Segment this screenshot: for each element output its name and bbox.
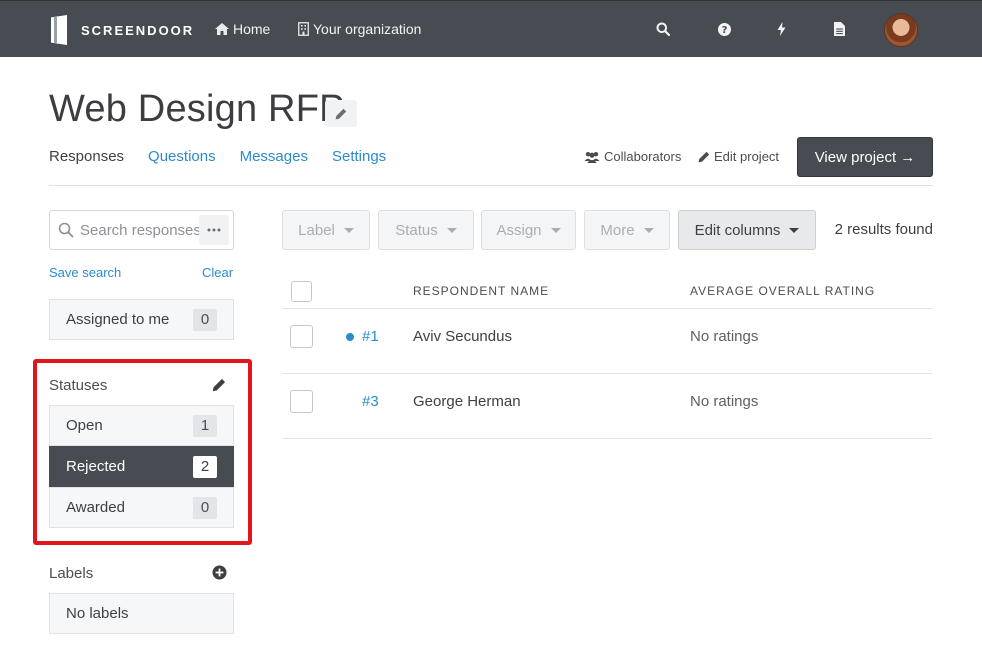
pencil-icon xyxy=(698,151,710,162)
brand[interactable]: SCREENDOOR xyxy=(51,14,194,46)
respondent-name: George Herman xyxy=(413,393,521,410)
edit-project-link[interactable]: Edit project xyxy=(698,149,779,164)
results-count: 2 results found xyxy=(834,221,933,238)
edit-columns-text: Edit columns xyxy=(694,221,781,239)
nav-activity-button[interactable] xyxy=(771,19,791,39)
rating-value: No ratings xyxy=(690,328,759,345)
edit-statuses-button[interactable] xyxy=(211,377,227,393)
more-button-text: More xyxy=(600,221,635,239)
status-awarded-filter[interactable]: Awarded 0 xyxy=(49,487,234,528)
select-all-checkbox[interactable] xyxy=(291,281,312,302)
status-open-filter[interactable]: Open 1 xyxy=(49,405,234,446)
save-search-link[interactable]: Save search xyxy=(49,265,121,280)
no-labels-box: No labels xyxy=(49,593,234,634)
row-checkbox[interactable] xyxy=(290,390,313,413)
status-label: Awarded xyxy=(66,499,125,516)
view-project-button[interactable]: View project → xyxy=(797,137,933,177)
search-icon xyxy=(58,222,74,238)
nav-home-link[interactable]: Home xyxy=(215,19,270,39)
home-icon xyxy=(215,23,229,35)
label-dropdown-button[interactable]: Label xyxy=(282,210,370,250)
brand-name: SCREENDOOR xyxy=(81,22,195,38)
clear-search-link[interactable]: Clear xyxy=(202,265,233,280)
page-title: Web Design RFP xyxy=(49,88,345,130)
response-id-link[interactable]: #1 xyxy=(362,328,379,345)
status-count: 1 xyxy=(193,414,217,437)
status-label: Rejected xyxy=(66,458,126,475)
table-header-divider xyxy=(282,308,932,309)
status-count: 2 xyxy=(193,455,217,478)
nav-organization-link[interactable]: Your organization xyxy=(298,19,421,39)
caret-down-icon xyxy=(446,227,457,233)
statuses-heading: Statuses xyxy=(49,377,108,394)
search-input[interactable] xyxy=(80,221,200,239)
pencil-icon xyxy=(212,378,226,392)
unread-indicator xyxy=(346,333,354,341)
response-id-link[interactable]: #3 xyxy=(362,393,379,410)
label-button-text: Label xyxy=(298,221,335,239)
document-icon xyxy=(833,22,845,36)
no-labels-text: No labels xyxy=(66,605,129,622)
nav-documents-button[interactable] xyxy=(829,19,849,39)
respondent-name: Aviv Secundus xyxy=(413,328,512,345)
help-icon: ? xyxy=(717,22,731,36)
nav-home-label: Home xyxy=(233,21,271,37)
status-button-text: Status xyxy=(395,221,438,239)
assigned-count: 0 xyxy=(193,308,217,331)
caret-down-icon xyxy=(643,227,654,233)
edit-project-label: Edit project xyxy=(714,149,780,164)
header-divider xyxy=(49,185,933,186)
search-responses-field[interactable] xyxy=(49,210,234,250)
column-header-rating[interactable]: AVERAGE OVERALL RATING xyxy=(690,284,875,298)
project-tabs: Responses Questions Messages Settings xyxy=(49,148,410,168)
caret-down-icon xyxy=(550,227,561,233)
search-icon xyxy=(656,22,670,36)
screendoor-logo-icon xyxy=(51,14,69,46)
status-dropdown-button[interactable]: Status xyxy=(378,210,474,250)
rating-value: No ratings xyxy=(690,393,759,410)
assigned-label: Assigned to me xyxy=(66,311,170,328)
bolt-icon xyxy=(777,22,785,36)
status-rejected-filter[interactable]: Rejected 2 xyxy=(49,446,234,487)
nav-help-button[interactable]: ? xyxy=(714,19,734,39)
edit-columns-button[interactable]: Edit columns xyxy=(678,210,816,250)
pencil-icon xyxy=(335,108,347,119)
tab-responses[interactable]: Responses xyxy=(49,148,124,168)
add-label-button[interactable] xyxy=(211,564,227,580)
tab-settings[interactable]: Settings xyxy=(332,148,386,168)
users-icon xyxy=(584,151,600,163)
collaborators-link[interactable]: Collaborators xyxy=(584,149,681,164)
row-divider xyxy=(282,373,932,374)
status-label: Open xyxy=(66,417,103,434)
row-divider xyxy=(282,438,932,439)
svg-text:?: ? xyxy=(721,25,727,36)
assign-button-text: Assign xyxy=(496,221,542,239)
edit-title-button[interactable] xyxy=(325,100,357,127)
assigned-to-me-filter[interactable]: Assigned to me 0 xyxy=(49,299,234,340)
top-navbar: SCREENDOOR Home Your organization ? xyxy=(0,0,982,57)
building-icon xyxy=(298,22,309,36)
caret-down-icon xyxy=(343,227,354,233)
tab-questions[interactable]: Questions xyxy=(148,148,216,168)
more-dropdown-button[interactable]: More xyxy=(584,210,670,250)
row-checkbox[interactable] xyxy=(290,325,313,348)
user-avatar[interactable] xyxy=(884,13,918,47)
caret-down-icon xyxy=(789,227,800,233)
assign-dropdown-button[interactable]: Assign xyxy=(481,210,576,250)
nav-search-button[interactable] xyxy=(653,19,673,39)
plus-circle-icon xyxy=(212,565,226,579)
tab-messages[interactable]: Messages xyxy=(240,148,308,168)
search-options-button[interactable] xyxy=(199,215,229,245)
collaborators-label: Collaborators xyxy=(604,149,682,164)
column-header-respondent[interactable]: RESPONDENT NAME xyxy=(413,284,549,298)
nav-organization-label: Your organization xyxy=(313,21,422,37)
status-count: 0 xyxy=(193,496,217,519)
ellipsis-icon xyxy=(207,228,221,232)
labels-heading: Labels xyxy=(49,565,94,582)
